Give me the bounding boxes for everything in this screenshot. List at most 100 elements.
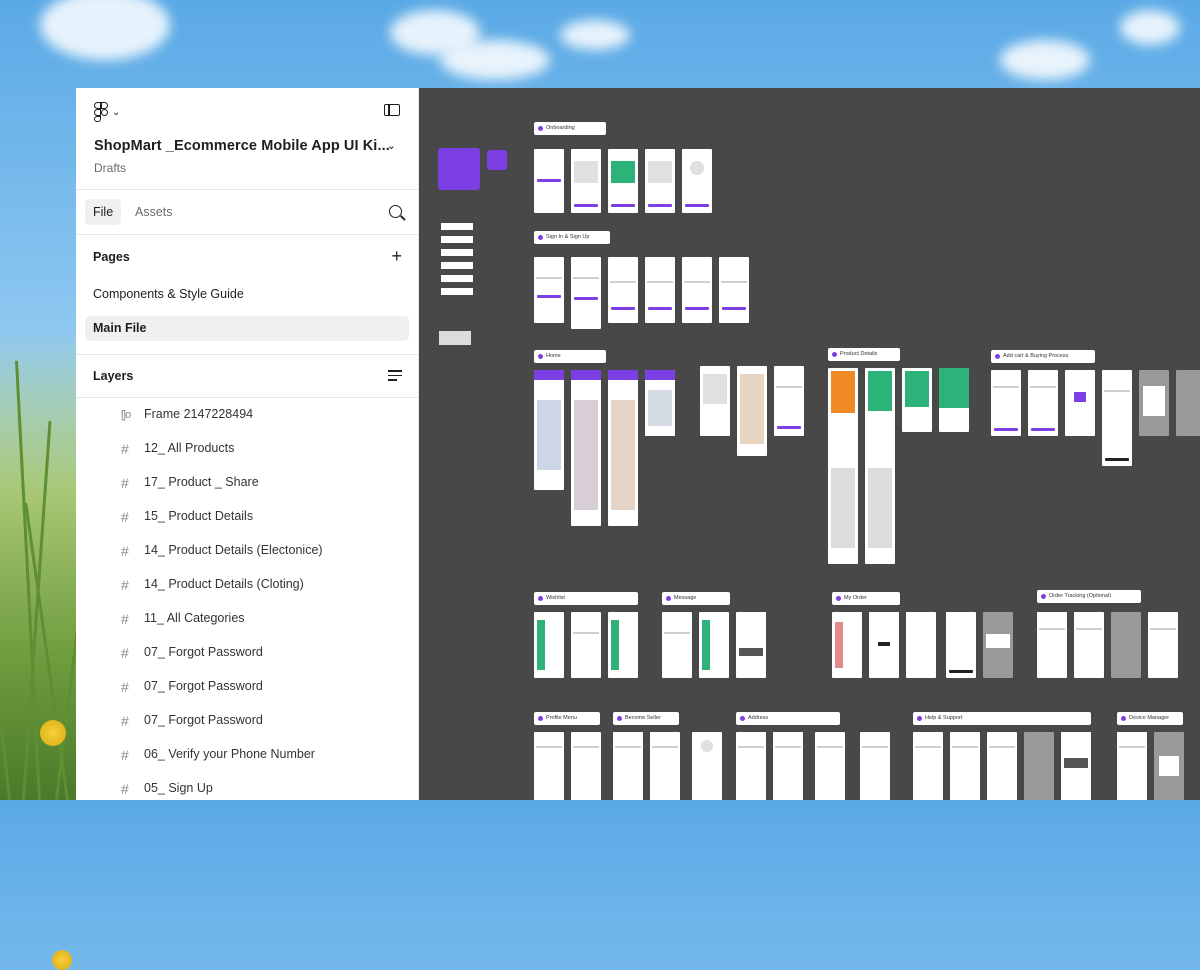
screen-frame[interactable] xyxy=(1037,612,1067,678)
screen-frame[interactable] xyxy=(906,612,936,678)
tab-file[interactable]: File xyxy=(85,199,122,225)
layer-row[interactable]: # 07_ Forgot Password xyxy=(76,670,418,704)
screen-frame[interactable] xyxy=(534,732,564,800)
layer-row[interactable]: # 05_ Sign Up xyxy=(76,772,418,806)
screen-frame[interactable] xyxy=(608,370,638,526)
screen-frame[interactable] xyxy=(608,612,638,678)
layer-row[interactable]: # 07_ Forgot Password xyxy=(76,636,418,670)
layer-row[interactable]: # 12_ All Products xyxy=(76,432,418,466)
layer-row[interactable]: # 14_ Product Details (Electonice) xyxy=(76,534,418,568)
section-profile-menu[interactable]: Profile Menu xyxy=(534,712,600,725)
screen-frame[interactable] xyxy=(939,368,969,432)
screen-frame[interactable] xyxy=(571,370,601,526)
section-become-seller[interactable]: Become Seller xyxy=(613,712,679,725)
screen-frame[interactable] xyxy=(700,366,730,436)
screen-frame[interactable] xyxy=(571,149,601,213)
section-home[interactable]: Home xyxy=(534,350,606,363)
section-wishlist[interactable]: Wishlist xyxy=(534,592,638,605)
file-title-chevron-icon[interactable]: ⌄ xyxy=(387,139,396,152)
screen-frame[interactable] xyxy=(534,612,564,678)
screen-frame[interactable] xyxy=(913,732,943,800)
screen-frame[interactable] xyxy=(1139,370,1169,436)
screen-frame[interactable] xyxy=(865,368,895,564)
screen-frame[interactable] xyxy=(662,612,692,678)
screen-frame[interactable] xyxy=(608,257,638,323)
screen-frame[interactable] xyxy=(1102,370,1132,466)
layer-row[interactable]: # 17_ Product _ Share xyxy=(76,466,418,500)
screen-frame[interactable] xyxy=(815,732,845,800)
screen-frame[interactable] xyxy=(613,732,643,800)
section-device-manager[interactable]: Device Manager xyxy=(1117,712,1183,725)
screen-frame[interactable] xyxy=(736,732,766,800)
screen-frame[interactable] xyxy=(1074,612,1104,678)
file-title[interactable]: ShopMart _Ecommerce Mobile App UI Ki... xyxy=(94,138,390,154)
section-message[interactable]: Message xyxy=(662,592,730,605)
layer-row[interactable]: # 15_ Product Details xyxy=(76,500,418,534)
page-item-components[interactable]: Components & Style Guide xyxy=(85,282,409,307)
screen-frame[interactable] xyxy=(983,612,1013,678)
screen-frame[interactable] xyxy=(645,149,675,213)
screen-frame[interactable] xyxy=(682,257,712,323)
layer-row[interactable]: []o Frame 2147228494 xyxy=(76,398,418,432)
layer-row[interactable]: # 07_ Forgot Password xyxy=(76,704,418,738)
screen-frame[interactable] xyxy=(991,370,1021,436)
screen-frame[interactable] xyxy=(950,732,980,800)
app-logo-small-icon[interactable] xyxy=(487,150,507,170)
asset-thumbs[interactable] xyxy=(439,331,471,345)
section-my-order[interactable]: My Order xyxy=(832,592,900,605)
toggle-sidebar-icon[interactable] xyxy=(384,104,400,116)
screen-frame[interactable] xyxy=(1148,612,1178,678)
screen-frame[interactable] xyxy=(692,732,722,800)
page-item-main-file[interactable]: Main File xyxy=(85,316,409,341)
screen-frame[interactable] xyxy=(719,257,749,323)
screen-frame[interactable] xyxy=(571,257,601,329)
screen-frame[interactable] xyxy=(1028,370,1058,436)
screen-frame[interactable] xyxy=(828,368,858,564)
section-sign-in[interactable]: Sign In & Sign Up xyxy=(534,231,610,244)
screen-frame[interactable] xyxy=(869,612,899,678)
screen-frame[interactable] xyxy=(1065,370,1095,436)
layer-row[interactable]: # 06_ Verify your Phone Number xyxy=(76,738,418,772)
screen-frame[interactable] xyxy=(645,257,675,323)
screen-frame[interactable] xyxy=(608,149,638,213)
screen-frame[interactable] xyxy=(832,612,862,678)
screen-frame[interactable] xyxy=(902,368,932,432)
screen-frame[interactable] xyxy=(1111,612,1141,678)
layer-row[interactable]: # 14_ Product Details (Cloting) xyxy=(76,568,418,602)
screen-frame[interactable] xyxy=(1024,732,1054,800)
screen-frame[interactable] xyxy=(650,732,680,800)
screen-frame[interactable] xyxy=(1061,732,1091,800)
screen-frame[interactable] xyxy=(773,732,803,800)
design-canvas[interactable]: Onboarding Sign In & Sign Up Home Produc… xyxy=(419,88,1200,800)
tab-assets[interactable]: Assets xyxy=(127,199,181,225)
section-product-details[interactable]: Product Details xyxy=(828,348,900,361)
screen-frame[interactable] xyxy=(737,366,767,456)
screen-frame[interactable] xyxy=(1176,370,1200,436)
screen-frame[interactable] xyxy=(534,370,564,490)
screen-frame[interactable] xyxy=(774,366,804,436)
screen-frame[interactable] xyxy=(946,612,976,678)
screen-frame[interactable] xyxy=(860,732,890,800)
screen-frame[interactable] xyxy=(682,149,712,213)
search-icon[interactable] xyxy=(389,205,402,218)
section-order-tracking[interactable]: Order Tracking (Optional) xyxy=(1037,590,1141,603)
section-address[interactable]: Address xyxy=(736,712,840,725)
screen-frame[interactable] xyxy=(534,257,564,323)
screen-frame[interactable] xyxy=(1154,732,1184,800)
section-onboarding[interactable]: Onboarding xyxy=(534,122,606,135)
component-stack[interactable] xyxy=(441,223,473,298)
screen-frame[interactable] xyxy=(571,732,601,800)
section-help-support[interactable]: Help & Support xyxy=(913,712,1091,725)
add-page-icon[interactable]: + xyxy=(391,247,402,265)
app-logo-icon[interactable] xyxy=(438,148,480,190)
screen-frame[interactable] xyxy=(699,612,729,678)
screen-frame[interactable] xyxy=(534,149,564,213)
layer-row[interactable]: # 11_ All Categories xyxy=(76,602,418,636)
screen-frame[interactable] xyxy=(571,612,601,678)
screen-frame[interactable] xyxy=(645,370,675,436)
collapse-layers-icon[interactable] xyxy=(388,370,402,382)
section-add-cart[interactable]: Add cart & Buying Process xyxy=(991,350,1095,363)
main-menu-button[interactable]: ⌄ xyxy=(94,102,120,122)
screen-frame[interactable] xyxy=(987,732,1017,800)
project-location[interactable]: Drafts xyxy=(94,161,126,175)
